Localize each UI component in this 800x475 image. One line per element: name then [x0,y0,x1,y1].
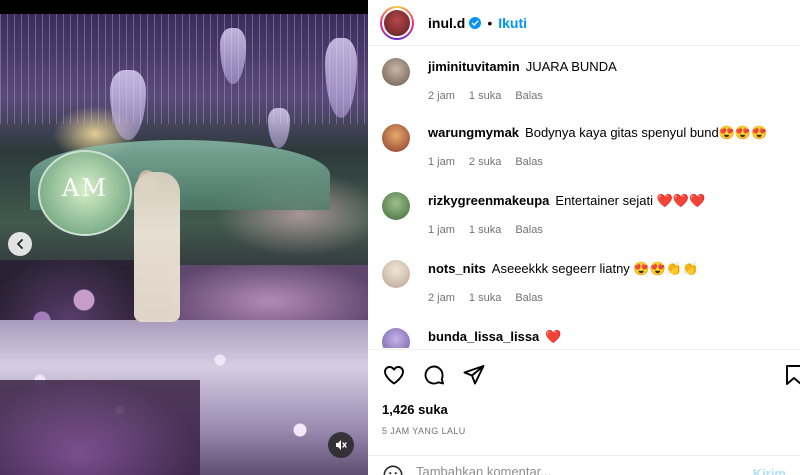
speaker-muted-icon [336,440,347,450]
comment-likes[interactable]: 1 suka [469,224,501,236]
chevron-left-icon [16,239,23,249]
monogram-text: AM [62,174,108,202]
reply-button[interactable]: Balas [515,156,543,168]
post-side-panel: inul.d • Ikuti jiminituvitamin JUARA BUND… [368,0,800,475]
comment-text-row: nots_nits Aseeekkk segeerr liatny 😍😍👏👏 [428,260,788,278]
comment-text-row: rizkygreenmakeupa Entertainer sejati ❤️❤️… [428,192,788,210]
post-media[interactable]: AM [0,0,368,475]
comment-time: 2 jam [428,90,455,102]
comment-likes[interactable]: 1 suka [469,90,501,102]
comment-time: 1 jam [428,224,455,236]
comment-username[interactable]: warungmymak [428,125,519,140]
comments-list[interactable]: jiminituvitamin JUARA BUNDA 2 jam 1 suka … [368,46,800,348]
likes-count[interactable]: 1,426 suka [382,402,448,417]
comment-time: 2 jam [428,292,455,304]
verified-badge-icon [469,16,482,29]
post-username[interactable]: inul.d [428,15,465,31]
bookmark-icon[interactable] [782,363,800,387]
follow-button[interactable]: Ikuti [498,15,527,31]
comment-meta: 1 jam 1 suka Balas [428,224,543,236]
comment-text-row: bunda_lissa_lissa ❤️ [428,328,788,346]
add-comment-bar: Kirim [368,455,800,475]
comment-text: Aseeekkk segeerr liatny 😍😍👏👏 [491,261,699,276]
mute-button[interactable] [328,432,354,458]
comment-meta: 1 jam 2 suka Balas [428,156,543,168]
post-comment-button[interactable]: Kirim [753,466,786,475]
comment-time: 1 jam [428,156,455,168]
lavender-foreground [0,380,200,475]
comment-meta: 2 jam 1 suka Balas [428,292,543,304]
comment-likes[interactable]: 1 suka [469,292,501,304]
post-timestamp: 5 JAM YANG LALU [382,426,466,436]
comment-text-row: jiminituvitamin JUARA BUNDA [428,58,788,76]
comment-username[interactable]: jiminituvitamin [428,59,520,74]
emoji-icon[interactable] [382,464,404,475]
avatar[interactable] [380,5,414,40]
comment-text: JUARA BUNDA [525,59,617,74]
comment-text: Bodynya kaya gitas spenyul bund😍😍😍 [525,125,768,140]
flower-arrangement [170,265,368,325]
avatar[interactable] [382,58,410,86]
separator-dot: • [487,14,493,31]
hanging-lights-ceiling [0,14,368,124]
comment-username[interactable]: nots_nits [428,261,486,276]
reply-button[interactable]: Balas [515,90,543,102]
comment-meta: 2 jam 1 suka Balas [428,90,543,102]
comment-likes[interactable]: 2 suka [469,156,501,168]
singer-figure [134,172,180,322]
share-icon[interactable] [462,363,486,387]
comment-text-row: warungmymak Bodynya kaya gitas spenyul bu… [428,124,788,142]
comment-text: ❤️ [545,329,562,344]
avatar[interactable] [382,328,410,348]
avatar[interactable] [382,192,410,220]
post-header: inul.d • Ikuti [368,0,800,46]
stage-monogram: AM [38,150,132,236]
media-top-bar [0,0,368,14]
comment-username[interactable]: rizkygreenmakeupa [428,193,549,208]
previous-media-button[interactable] [8,232,32,256]
reply-button[interactable]: Balas [515,292,543,304]
comment-icon[interactable] [422,363,446,387]
avatar[interactable] [382,124,410,152]
comment-text: Entertainer sejati ❤️❤️❤️ [555,193,706,208]
comment-username[interactable]: bunda_lissa_lissa [428,329,539,344]
comment-input[interactable] [416,464,736,475]
post-actions-bar [368,349,800,399]
avatar[interactable] [382,260,410,288]
heart-icon[interactable] [382,363,406,387]
reply-button[interactable]: Balas [515,224,543,236]
